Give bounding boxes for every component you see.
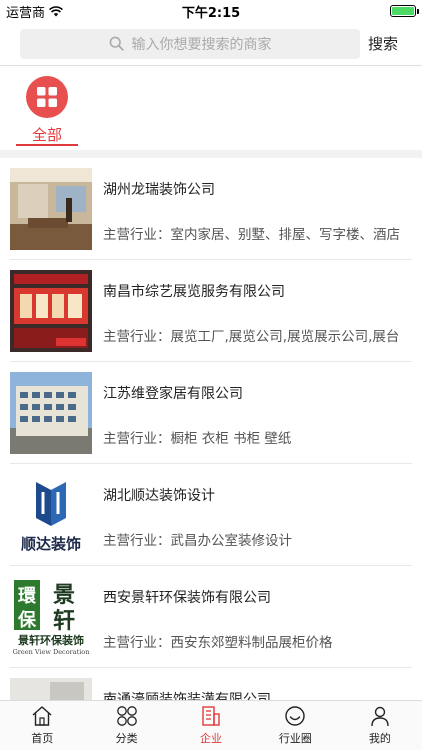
tab-label: 首页 — [31, 732, 54, 745]
search-button[interactable]: 搜索 — [368, 33, 398, 54]
company-name: 南通濠顾装饰装潢有限公司 — [103, 692, 271, 700]
section-divider — [0, 150, 422, 158]
battery-icon — [390, 5, 419, 17]
search-icon — [109, 36, 124, 51]
company-name: 江苏维登家居有限公司 — [103, 386, 243, 402]
grid-icon — [26, 76, 68, 118]
category-all[interactable]: 全部 — [18, 76, 76, 145]
list-item[interactable]: 江苏维登家居有限公司 主营行业：橱柜 衣柜 书柜 壁纸 — [10, 362, 412, 464]
tab-category[interactable]: 分类 — [84, 701, 168, 750]
tab-label: 分类 — [115, 732, 138, 745]
tab-label: 企业 — [200, 732, 223, 745]
company-name: 南昌市综艺展览服务有限公司 — [103, 284, 285, 300]
company-name: 西安景轩环保装饰有限公司 — [103, 590, 271, 606]
logo-cn-text: 景轩环保装饰 — [17, 633, 84, 647]
company-business: 主营行业：武昌办公室装修设计 — [103, 533, 292, 549]
svg-text:景: 景 — [53, 582, 75, 608]
wifi-icon — [49, 5, 63, 16]
status-left: 运营商 — [6, 2, 63, 21]
home-icon — [32, 706, 52, 726]
company-name: 湖北顺达装饰设计 — [103, 488, 215, 504]
category-label: 全部 — [31, 126, 62, 144]
company-list: 湖州龙瑞装饰公司 主营行业：室内家居、别墅、排屋、写字楼、酒店 南昌市综艺展览服… — [0, 158, 422, 700]
tab-label: 我的 — [368, 732, 391, 745]
company-logo: 顺达装饰 — [10, 474, 92, 556]
svg-text:保: 保 — [17, 609, 37, 631]
enterprise-icon — [202, 706, 220, 726]
svg-text:環: 環 — [18, 586, 37, 607]
company-business: 主营行业：西安东郊塑料制品展柜价格 — [103, 635, 333, 651]
list-item[interactable]: 顺达装饰 湖北顺达装饰设计 主营行业：武昌办公室装修设计 — [10, 464, 412, 566]
shunda-logo-icon — [36, 482, 66, 526]
list-item[interactable]: 南通濠顾装饰装潢有限公司 — [10, 668, 412, 700]
logo-en-text: Green View Decoration — [13, 648, 90, 656]
company-thumbnail — [10, 678, 92, 700]
tab-home[interactable]: 首页 — [0, 701, 84, 750]
company-business: 主营行业：室内家居、别墅、排屋、写字楼、酒店 — [103, 227, 400, 243]
status-bar: 运营商 下午2:15 — [0, 0, 422, 22]
logo-text: 顺达装饰 — [21, 535, 81, 553]
category-underline — [16, 144, 78, 146]
list-item[interactable]: 南昌市综艺展览服务有限公司 主营行业：展览工厂,展览公司,展览展示公司,展台 — [10, 260, 412, 362]
company-logo: 環 保 景 轩 景轩环保装饰 Green View Decoration — [10, 576, 92, 658]
company-name: 湖州龙瑞装饰公司 — [103, 182, 215, 198]
company-thumbnail — [10, 270, 92, 352]
tab-mine[interactable]: 我的 — [338, 701, 422, 750]
company-business: 主营行业：展览工厂,展览公司,展览展示公司,展台 — [103, 329, 400, 345]
carrier-label: 运营商 — [6, 5, 46, 21]
search-bar: 输入你想要搜索的商家 搜索 — [0, 22, 422, 66]
search-input[interactable]: 输入你想要搜索的商家 — [20, 28, 360, 59]
company-business: 主营行业：橱柜 衣柜 书柜 壁纸 — [103, 431, 292, 447]
company-thumbnail — [10, 168, 92, 250]
tab-label: 行业圈 — [278, 732, 312, 745]
status-time: 下午2:15 — [181, 5, 241, 21]
svg-text:轩: 轩 — [53, 608, 75, 634]
list-item[interactable]: 環 保 景 轩 景轩环保装饰 Green View Decoration 西安景… — [10, 566, 412, 668]
smile-circle-icon — [285, 706, 306, 726]
tab-enterprise[interactable]: 企业 — [169, 701, 253, 750]
category-row: 全部 — [0, 66, 422, 150]
search-placeholder: 输入你想要搜索的商家 — [131, 36, 272, 53]
category-icon — [116, 706, 137, 726]
list-item[interactable]: 湖州龙瑞装饰公司 主营行业：室内家居、别墅、排屋、写字楼、酒店 — [10, 158, 412, 260]
bottom-tab-bar: 首页 分类 企业 行业圈 我的 — [0, 700, 422, 750]
company-thumbnail — [10, 372, 92, 454]
user-icon — [371, 706, 389, 727]
tab-industry-circle[interactable]: 行业圈 — [253, 701, 337, 750]
